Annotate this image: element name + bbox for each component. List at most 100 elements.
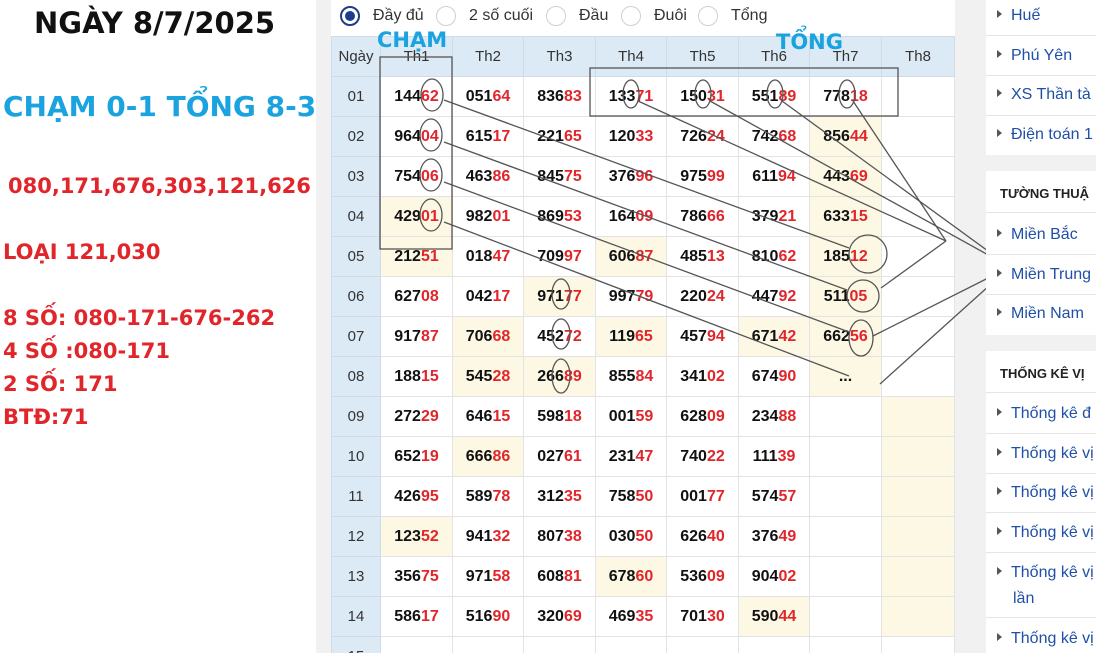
results-panel: Đầy đủ 2 số cuối Đầu Đuôi Tổng Ngày Th1 … bbox=[331, 0, 955, 653]
result-cell: 00159 bbox=[595, 396, 667, 437]
result-cell: 32069 bbox=[523, 596, 596, 637]
result-prefix: 646 bbox=[465, 407, 493, 425]
result-cell: 58978 bbox=[452, 476, 524, 517]
caret-right-icon bbox=[997, 633, 1002, 641]
result-last-two: 58 bbox=[492, 567, 511, 585]
result-last-two: 47 bbox=[635, 447, 654, 465]
column-header-th4: Th4 bbox=[595, 36, 667, 77]
cham-label: CHẠM bbox=[377, 28, 448, 52]
sidebar-link-phu-yen[interactable]: Phú Yên bbox=[986, 47, 1072, 65]
day-cell: 01 bbox=[331, 76, 381, 117]
sidebar-link-mien-bac[interactable]: Miền Bắc bbox=[986, 226, 1078, 244]
result-cell: 70997 bbox=[523, 236, 596, 277]
result-cell bbox=[881, 556, 955, 597]
result-last-two: 02 bbox=[706, 367, 725, 385]
result-last-two: 57 bbox=[778, 487, 797, 505]
radio-icon[interactable] bbox=[546, 6, 566, 26]
sidebar-link-thong-ke-3[interactable]: Thống kê vị bbox=[986, 484, 1094, 502]
result-prefix: 443 bbox=[823, 167, 850, 185]
result-prefix: 356 bbox=[394, 567, 421, 585]
sidebar-link-mien-nam[interactable]: Miền Nam bbox=[986, 305, 1084, 323]
option-dau[interactable]: Đầu bbox=[546, 5, 608, 27]
result-prefix: 997 bbox=[608, 287, 636, 305]
result-cell: 03050 bbox=[595, 516, 667, 557]
option-duoi[interactable]: Đuôi bbox=[621, 5, 687, 27]
day-cell: 06 bbox=[331, 276, 381, 317]
result-last-two: 77 bbox=[706, 487, 725, 505]
result-cell bbox=[881, 236, 955, 277]
result-cell bbox=[523, 636, 596, 653]
result-last-two: 49 bbox=[778, 527, 797, 545]
result-cell: 46935 bbox=[595, 596, 667, 637]
result-prefix: 586 bbox=[394, 607, 421, 625]
result-cell: 90402 bbox=[738, 556, 810, 597]
result-last-two: 09 bbox=[706, 407, 725, 425]
sidebar-link-mien-trung[interactable]: Miền Trung bbox=[986, 266, 1091, 284]
option-day-du[interactable]: Đầy đủ bbox=[340, 5, 424, 27]
result-prefix: 662 bbox=[823, 327, 850, 345]
result-prefix: 051 bbox=[465, 87, 493, 105]
sidebar-link-thong-ke-5[interactable]: Thống kê vị bbox=[986, 564, 1094, 582]
sidebar-link-thong-ke-5-cont[interactable]: lần bbox=[1013, 590, 1034, 608]
table-row: 04 42901 98201 86953 16409 78666 37921 63315 bbox=[331, 196, 955, 237]
result-cell: 21251 bbox=[380, 236, 453, 277]
result-prefix: 119 bbox=[609, 327, 635, 345]
result-cell: 54528 bbox=[452, 356, 524, 397]
sidebar-link-thong-ke-1[interactable]: Thống kê đ bbox=[986, 405, 1091, 423]
radio-icon[interactable] bbox=[436, 6, 456, 26]
sidebar-link-thong-ke-6[interactable]: Thống kê vị bbox=[986, 630, 1094, 648]
sidebar-link-thong-ke-2[interactable]: Thống kê vị bbox=[986, 445, 1094, 463]
result-last-two: 33 bbox=[635, 127, 654, 145]
result-cell: 37649 bbox=[738, 516, 810, 557]
table-row: 01 14462 05164 83683 13371 15031 55189 77818 bbox=[331, 76, 955, 117]
result-last-two: 32 bbox=[492, 527, 511, 545]
sidebar-heading-tuong-thuat: TƯỜNG THUẬ bbox=[1000, 186, 1090, 201]
result-prefix: 589 bbox=[465, 487, 493, 505]
result-last-two: 66 bbox=[706, 207, 725, 225]
result-prefix: 185 bbox=[823, 247, 850, 265]
radio-icon[interactable] bbox=[621, 6, 641, 26]
sidebar-link-dien-toan[interactable]: Điện toán 1 bbox=[986, 126, 1093, 144]
result-prefix: 845 bbox=[537, 167, 564, 185]
result-cell: 75406 bbox=[380, 156, 453, 197]
result-prefix: 234 bbox=[751, 407, 779, 425]
option-tong[interactable]: Tổng bbox=[698, 5, 767, 27]
result-cell bbox=[809, 396, 882, 437]
result-cell: 62708 bbox=[380, 276, 453, 317]
option-2-so-cuoi[interactable]: 2 số cuối bbox=[436, 5, 533, 27]
result-cell: 61194 bbox=[738, 156, 810, 197]
caret-right-icon bbox=[997, 50, 1002, 58]
result-cell: 65219 bbox=[380, 436, 453, 477]
result-cell: 80738 bbox=[523, 516, 596, 557]
sidebar-link-than-tai[interactable]: XS Thần tà bbox=[986, 86, 1091, 104]
radio-icon[interactable] bbox=[698, 6, 718, 26]
notes-cham-tong: CHẠM 0-1 TỔNG 8-3. bbox=[3, 90, 327, 123]
result-prefix: 742 bbox=[751, 127, 779, 145]
caret-right-icon bbox=[997, 408, 1002, 416]
result-last-two: 30 bbox=[706, 607, 725, 625]
sidebar-link-thong-ke-4[interactable]: Thống kê vị bbox=[986, 524, 1094, 542]
result-last-two: 62 bbox=[420, 87, 439, 105]
divider bbox=[986, 512, 1096, 513]
result-cell: 05164 bbox=[452, 76, 524, 117]
result-cell: 26689 bbox=[523, 356, 596, 397]
option-label: Đuôi bbox=[654, 7, 687, 24]
result-last-two: 17 bbox=[420, 607, 439, 625]
day-cell: 05 bbox=[331, 236, 381, 277]
result-last-two: 44 bbox=[778, 607, 797, 625]
result-last-two: 52 bbox=[420, 527, 439, 545]
result-last-two: 59 bbox=[635, 407, 654, 425]
sidebar-link-hue[interactable]: Huế bbox=[986, 7, 1040, 25]
result-cell bbox=[380, 636, 453, 653]
result-last-two: 65 bbox=[635, 327, 653, 345]
result-prefix: 628 bbox=[680, 407, 707, 425]
radio-selected-icon[interactable] bbox=[340, 6, 360, 26]
result-last-two: 90 bbox=[492, 607, 511, 625]
result-cell: 04217 bbox=[452, 276, 524, 317]
result-last-two: 15 bbox=[849, 207, 868, 225]
result-last-two: 75 bbox=[420, 567, 439, 585]
divider bbox=[986, 115, 1096, 116]
result-prefix: 778 bbox=[823, 87, 850, 105]
result-last-two: 42 bbox=[778, 327, 797, 345]
notes-date: NGÀY 8/7/2025 bbox=[34, 6, 276, 40]
